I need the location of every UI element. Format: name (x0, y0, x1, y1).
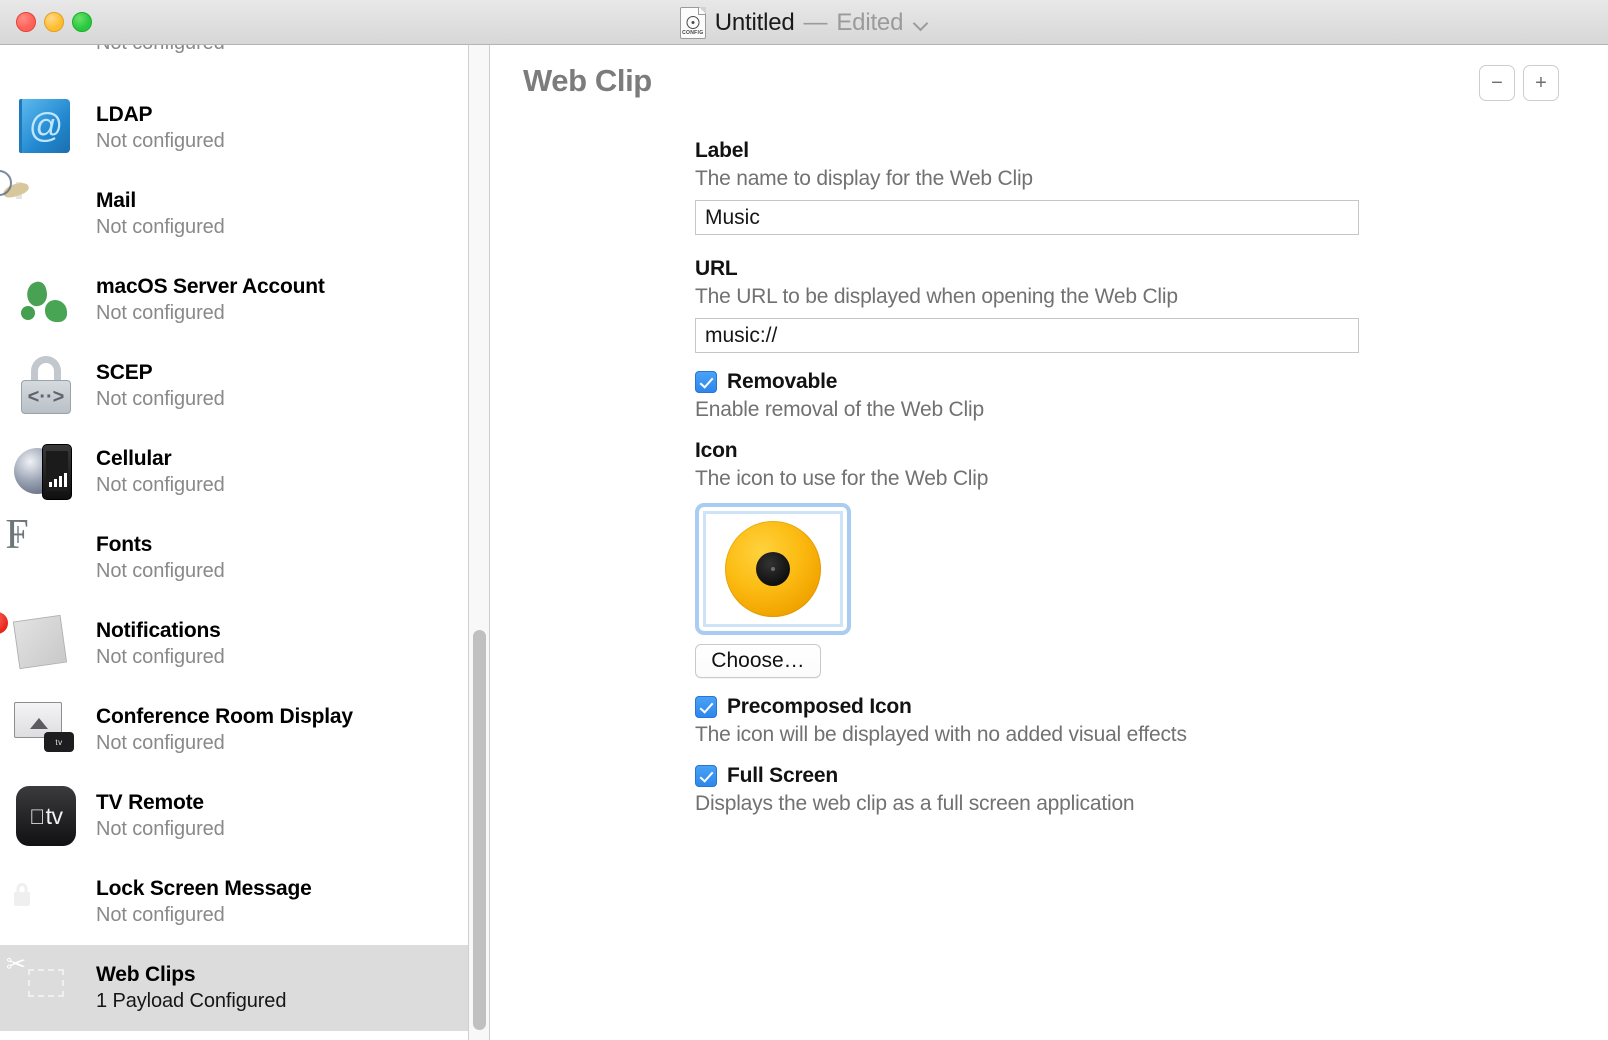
notification-badge-icon (0, 612, 78, 676)
globe-icon (14, 268, 78, 332)
fullscreen-checkbox[interactable] (695, 765, 717, 787)
sidebar-item-subtitle: 1 Payload Configured (96, 990, 287, 1013)
mail-stamp-icon (0, 170, 78, 246)
vinyl-record-icon (725, 521, 821, 617)
google-circle-icon (14, 45, 78, 74)
window-title-group: CONFIG Untitled — Edited (0, 0, 1608, 45)
icon-field-description: The icon to use for the Web Clip (695, 467, 989, 490)
sidebar-item-title: Conference Room Display (96, 704, 353, 728)
sidebar-item-subtitle: Not configured (96, 45, 225, 56)
sidebar-item-subtitle: Not configured (96, 474, 225, 497)
sidebar-item-subtitle: Not configured (96, 904, 225, 927)
sidebar-scrollbar[interactable] (468, 45, 490, 1040)
label-field-group: Label The name to display for the Web Cl… (695, 139, 1375, 235)
config-icon-caption: CONFIG (682, 29, 704, 36)
removable-checkbox[interactable] (695, 371, 717, 393)
payload-list: Not configured @ LDAP Not configured (0, 45, 468, 1031)
sidebar-item-web-clips[interactable]: ✂ Web Clips 1 Payload Configured (0, 945, 468, 1031)
sidebar-scrollbar-thumb[interactable] (473, 630, 486, 1030)
label-input[interactable]: Music (695, 200, 1359, 235)
fullscreen-label: Full Screen (727, 764, 839, 787)
window-titlebar: CONFIG Untitled — Edited (0, 0, 1608, 45)
title-separator: — (803, 8, 828, 36)
precomposed-checkbox-row[interactable]: Precomposed Icon (695, 695, 1375, 719)
sidebar-item-subtitle: Not configured (96, 388, 225, 411)
font-tile-icon: F (5, 512, 78, 590)
fullscreen-field-group: Full Screen Displays the web clip as a f… (695, 764, 1375, 816)
sidebar-item-subtitle: Not configured (96, 646, 225, 669)
url-input[interactable]: music:// (695, 318, 1359, 353)
payload-sidebar[interactable]: Not configured @ LDAP Not configured (0, 45, 468, 1040)
sidebar-item-title: LDAP (96, 102, 153, 126)
page-title: Web Clip (523, 63, 652, 98)
precomposed-label: Precomposed Icon (727, 695, 912, 718)
icon-field-title: Icon (695, 439, 738, 462)
ldap-book-icon: @ (14, 96, 78, 160)
sidebar-item-title: macOS Server Account (96, 274, 325, 298)
precomposed-field-group: Precomposed Icon The icon will be displa… (695, 695, 1375, 747)
url-field-group: URL The URL to be displayed when opening… (695, 257, 1375, 353)
sidebar-item-ldap[interactable]: @ LDAP Not configured (0, 85, 468, 171)
web-clip-form: Label The name to display for the Web Cl… (695, 139, 1375, 816)
url-field-title: URL (695, 257, 738, 280)
apple-tv-icon: tv (14, 784, 78, 848)
icon-field-group: Icon The icon to use for the Web Clip Ch… (695, 439, 1375, 678)
sidebar-item-tv-remote[interactable]: tv TV Remote Not configured (0, 773, 468, 859)
choose-icon-button[interactable]: Choose… (695, 644, 821, 678)
sidebar-item-subtitle: Not configured (96, 216, 225, 239)
label-field-description: The name to display for the Web Clip (695, 167, 1033, 190)
removable-label: Removable (727, 370, 838, 393)
padlock-icon: <··> (14, 354, 78, 418)
apple-tv-glyph: tv (38, 802, 63, 829)
sidebar-item-macos-server-account[interactable]: macOS Server Account Not configured (0, 257, 468, 343)
removable-description: Enable removal of the Web Clip (695, 398, 984, 421)
sidebar-item-title: TV Remote (96, 790, 204, 814)
sidebar-item-subtitle: Not configured (96, 130, 225, 153)
precomposed-description: The icon will be displayed with no added… (695, 723, 1187, 746)
sidebar-item-conference-room-display[interactable]: tv Conference Room Display Not configure… (0, 687, 468, 773)
icon-well[interactable] (695, 503, 851, 635)
removable-checkbox-row[interactable]: Removable (695, 370, 1375, 394)
sidebar-item-title: Cellular (96, 446, 172, 470)
sidebar-item-subtitle: Not configured (96, 732, 225, 755)
sidebar-item-title: Notifications (96, 618, 221, 642)
sidebar-item-subtitle: Not configured (96, 818, 225, 841)
label-field-title: Label (695, 139, 749, 162)
sidebar-item-title: SCEP (96, 360, 153, 384)
cellular-phone-icon (14, 440, 78, 504)
sidebar-item-google[interactable]: Not configured (0, 45, 468, 85)
remove-payload-button[interactable]: − (1479, 65, 1515, 101)
fullscreen-checkbox-row[interactable]: Full Screen (695, 764, 1375, 788)
fullscreen-description: Displays the web clip as a full screen a… (695, 792, 1135, 815)
lock-screen-phone-icon (14, 870, 78, 934)
payload-detail-pane: Web Clip − + Label The name to display f… (491, 45, 1608, 1040)
chevron-down-icon[interactable] (914, 16, 928, 30)
add-payload-button[interactable]: + (1523, 65, 1559, 101)
scissors-clip-icon: ✂ (6, 952, 78, 1020)
sidebar-item-mail[interactable]: Mail Not configured (0, 170, 468, 257)
sidebar-item-title: Web Clips (96, 962, 196, 986)
config-document-icon: CONFIG (679, 6, 706, 39)
sidebar-item-subtitle: Not configured (96, 560, 225, 583)
sidebar-item-cellular[interactable]: Cellular Not configured (0, 429, 468, 515)
payload-add-remove-group: − + (1479, 65, 1559, 101)
sidebar-item-subtitle: Not configured (96, 302, 225, 325)
removable-field-group: Removable Enable removal of the Web Clip (695, 370, 1375, 422)
sidebar-item-title: Mail (96, 188, 137, 212)
sidebar-item-title: Fonts (96, 532, 153, 556)
sidebar-item-lock-screen-message[interactable]: Lock Screen Message Not configured (0, 859, 468, 945)
sidebar-item-notifications[interactable]: Notifications Not configured (0, 601, 468, 687)
precomposed-checkbox[interactable] (695, 696, 717, 718)
edited-state-label: Edited (836, 8, 904, 36)
sidebar-item-fonts[interactable]: F Fonts Not configured (0, 512, 468, 601)
app-window: CONFIG Untitled — Edited Not configured (0, 0, 1608, 1040)
airplay-display-icon: tv (14, 698, 78, 762)
sidebar-item-scep[interactable]: <··> SCEP Not configured (0, 343, 468, 429)
sidebar-item-title: Lock Screen Message (96, 876, 312, 900)
window-title: Untitled (714, 8, 795, 36)
url-field-description: The URL to be displayed when opening the… (695, 285, 1178, 308)
